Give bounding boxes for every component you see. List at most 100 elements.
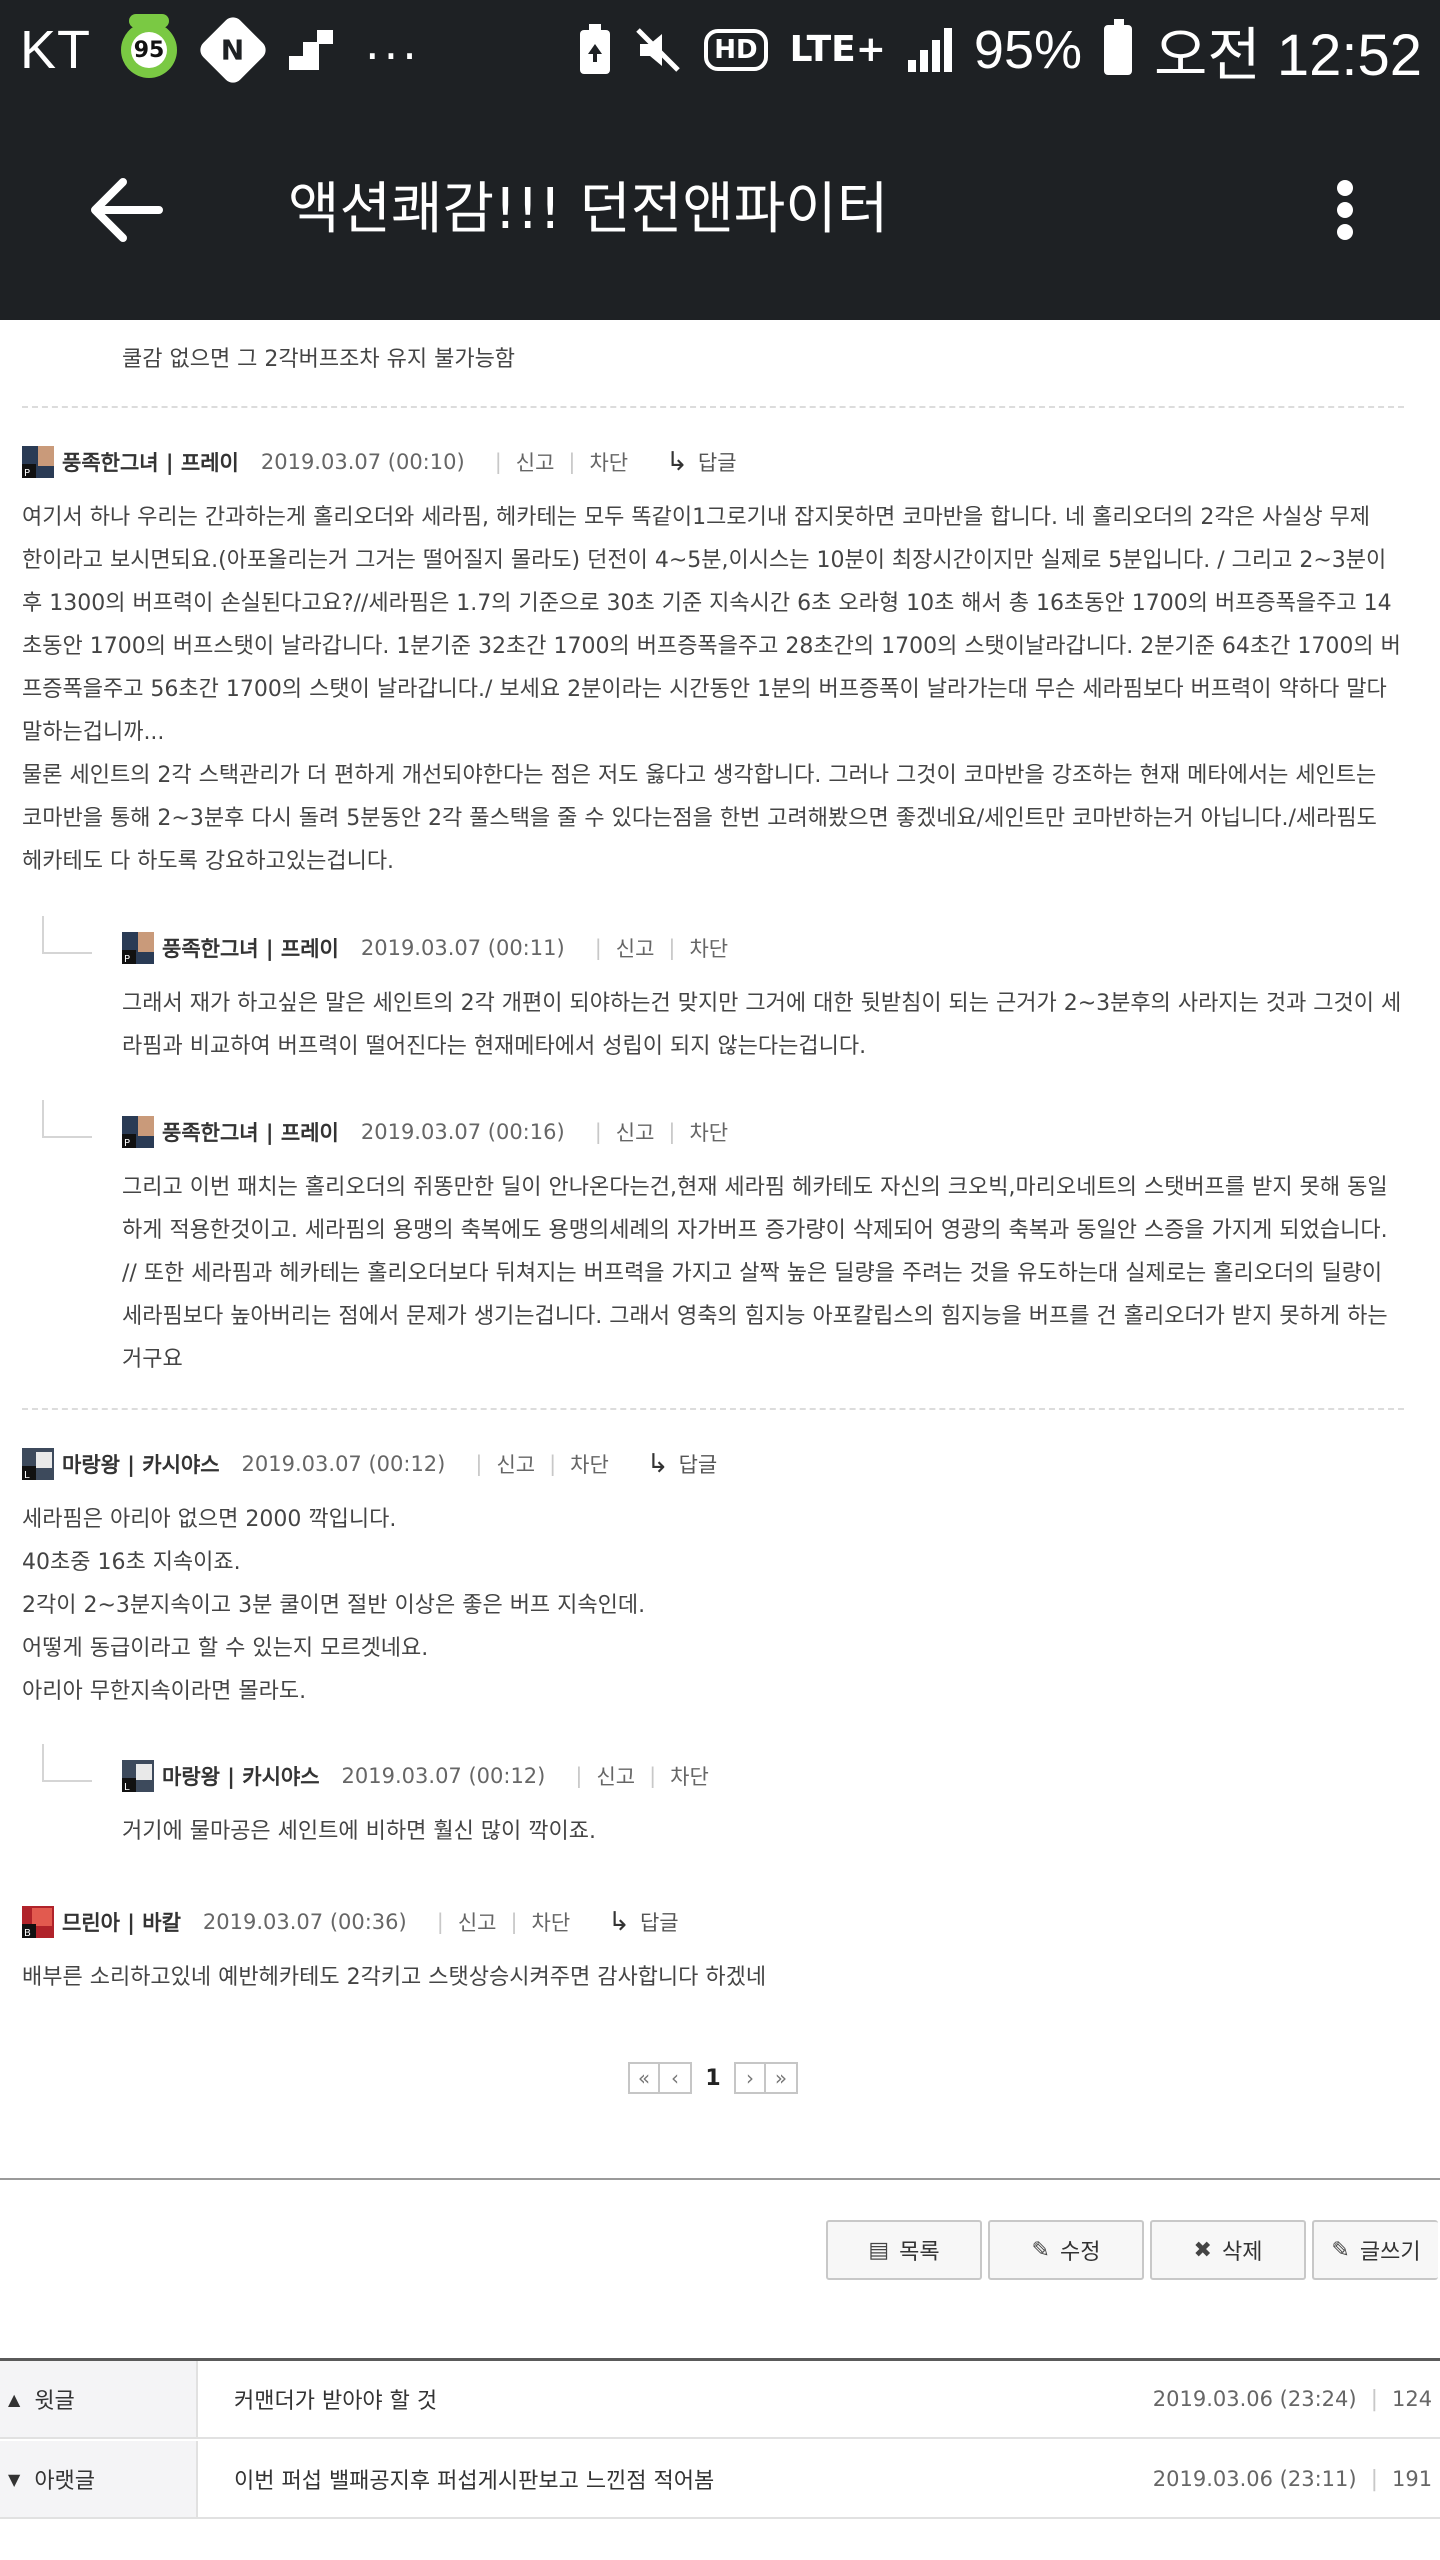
comment-date: 2019.03.07 (00:36) — [202, 1910, 407, 1934]
prev-post-row[interactable]: ▲ 윗글 커맨더가 받아야 할 것 2019.03.06 (23:24) | 1… — [0, 2361, 1440, 2439]
last-page-button[interactable]: » — [766, 2062, 798, 2094]
report-link[interactable]: 신고 — [616, 1117, 655, 1147]
reply-connector — [42, 916, 92, 954]
reply-label: 답글 — [678, 1453, 718, 1477]
comment-meta: L 마랑왕 | 카시야스 2019.03.07 (00:12) | 신고 | 차… — [22, 1444, 717, 1484]
block-link[interactable]: 차단 — [532, 1907, 571, 1937]
block-link[interactable]: 차단 — [589, 447, 628, 477]
svg-text:P: P — [124, 954, 130, 964]
comment-text-line: 쿨감 없으면 그 2각버프조차 유지 불가능함 — [122, 347, 516, 372]
close-icon: ✖ — [1193, 2237, 1212, 2263]
list-button[interactable]: ▤ 목록 — [826, 2220, 982, 2280]
comment-body: 배부른 소리하고있네 예반헤카테도 2각키고 스탯상승시켜주면 감사합니다 하겠… — [22, 1956, 766, 1999]
block-link[interactable]: 차단 — [689, 933, 728, 963]
report-link[interactable]: 신고 — [616, 933, 655, 963]
prev-page-button[interactable]: ‹ — [660, 2062, 692, 2094]
avatar: P — [122, 1116, 154, 1149]
report-link[interactable]: 신고 — [596, 1761, 635, 1791]
next-post-label-cell: ▼ 아랫글 — [0, 2441, 198, 2517]
next-post-title[interactable]: 이번 퍼섭 밸패공지후 퍼섭게시판보고 느낀점 적어봄 — [198, 2463, 1153, 2495]
report-link[interactable]: 신고 — [496, 1449, 535, 1479]
battery-percent: 95% — [973, 20, 1083, 80]
comment-text-line: 말하는겁니까... — [22, 720, 165, 745]
next-post-row[interactable]: ▼ 아랫글 이번 퍼섭 밸패공지후 퍼섭게시판보고 느낀점 적어봄 2019.0… — [0, 2441, 1440, 2519]
reply-label: 답글 — [639, 1911, 679, 1935]
comment-text-line: 여기서 하나 우리는 간과하는게 홀리오더와 세라핌, 헤카테는 모두 똑같이1… — [22, 505, 1371, 530]
delete-button-label: 삭제 — [1221, 2240, 1263, 2265]
app-bar: 액션쾌감!!! 던전앤파이터 — [0, 100, 1440, 320]
pencil-icon: ✎ — [1331, 2237, 1350, 2263]
reply-connector — [42, 1100, 92, 1138]
comment-text-line: 배부른 소리하고있네 예반헤카테도 2각키고 스탯상승시켜주면 감사합니다 하겠… — [22, 1965, 767, 1990]
next-post-views: 191 — [1392, 2467, 1433, 2491]
lte-icon: LTE+ — [789, 29, 886, 70]
list-icon: ▤ — [868, 2237, 890, 2263]
prev-post-label: 윗글 — [34, 2389, 75, 2414]
avatar: L — [122, 1760, 154, 1793]
reply-arrow-icon: ↳ — [666, 447, 688, 477]
svg-text:B: B — [24, 1928, 31, 1938]
mute-icon — [636, 28, 681, 72]
current-page[interactable]: 1 — [692, 2066, 734, 2091]
comment-text-line: 초동안 1700의 버프스탯이 날라갑니다. 1분기준 32초간 1700의 버… — [22, 634, 1401, 659]
caret-down-icon: ▼ — [8, 2469, 21, 2489]
divider-bar: | — [594, 1120, 602, 1144]
comment-text-line: 그리고 이번 패치는 홀리오더의 쥐똥만한 딜이 안나온다는건,현재 세라핌 헤… — [122, 1175, 1388, 1200]
prev-post-label-cell: ▲ 윗글 — [0, 2361, 198, 2437]
next-page-button[interactable]: › — [734, 2062, 766, 2094]
edit-button[interactable]: ✎ 수정 — [988, 2220, 1144, 2280]
divider-bar: | — [649, 1764, 657, 1788]
overflow-menu-icon[interactable] — [1310, 170, 1380, 250]
block-link[interactable]: 차단 — [570, 1449, 609, 1479]
comment-text-line: 어떻게 동급이라고 할 수 있는지 모르겟네요. — [22, 1636, 429, 1661]
write-button[interactable]: ✎ 글쓰기 — [1312, 2220, 1438, 2280]
comment-date: 2019.03.07 (00:16) — [360, 1120, 565, 1144]
back-arrow-icon[interactable] — [70, 170, 180, 250]
comment-text-line: 프증폭을주고 56초간 1700의 스탯이 날라갑니다./ 보세요 2분이라는 … — [22, 677, 1387, 702]
block-link[interactable]: 차단 — [670, 1761, 709, 1791]
block-link[interactable]: 차단 — [689, 1117, 728, 1147]
comment-text-line: 한이라고 보시면되요.(아포올리는거 그거는 떨어질지 몰라도) 던전이 4~5… — [22, 548, 1387, 573]
hd-voice-icon: HD — [704, 29, 768, 71]
comment-author[interactable]: 마랑왕 | 카시야스 — [162, 1761, 320, 1791]
divider-bar: | — [575, 1764, 583, 1788]
svg-text:L: L — [24, 1470, 30, 1480]
comment-text-line: 세라핌은 아리아 없으면 2000 깍입니다. — [22, 1507, 397, 1532]
comment-meta: L 마랑왕 | 카시야스 2019.03.07 (00:12) | 신고 | 차… — [122, 1756, 709, 1796]
reply-button[interactable]: ↳ 답글 — [647, 1449, 717, 1479]
signal-icon — [907, 28, 952, 72]
clock: 오전 12:52 — [1154, 23, 1422, 88]
n-app-icon: N — [196, 13, 270, 87]
comment-text-line: 라핌과 비교하여 버프력이 떨어진다는 현재메타에서 성립이 되지 않는다는겁니… — [122, 1034, 867, 1059]
delete-button[interactable]: ✖ 삭제 — [1150, 2220, 1306, 2280]
comment-author[interactable]: 풍족한그녀 | 프레이 — [62, 447, 239, 477]
first-page-button[interactable]: « — [628, 2062, 660, 2094]
comment-body: 세라핌은 아리아 없으면 2000 깍입니다. 40초중 16초 지속이죠. 2… — [22, 1498, 645, 1713]
reply-arrow-icon: ↳ — [608, 1907, 630, 1937]
pagination: « ‹ 1 › » — [628, 2062, 798, 2094]
divider-bar: | — [668, 1120, 676, 1144]
comment-author[interactable]: 풍족한그녀 | 프레이 — [162, 933, 339, 963]
comment-date: 2019.03.07 (00:10) — [260, 450, 465, 474]
reply-button[interactable]: ↳ 답글 — [666, 447, 736, 477]
prev-post-title[interactable]: 커맨더가 받아야 할 것 — [198, 2383, 1153, 2415]
comment-body: 거기에 물마공은 세인트에 비하면 훨신 많이 깍이죠. — [122, 1810, 596, 1853]
reply-button[interactable]: ↳ 답글 — [608, 1907, 678, 1937]
comment-author[interactable]: 풍족한그녀 | 프레이 — [162, 1117, 339, 1147]
next-post-date: 2019.03.06 (23:11) — [1152, 2467, 1357, 2491]
report-link[interactable]: 신고 — [516, 447, 555, 477]
status-bar: KT 95 N ... HD LTE+ 95% 오전 12:52 — [0, 0, 1440, 100]
divider-bar: | — [510, 1910, 518, 1934]
comment-meta: P 풍족한그녀 | 프레이 2019.03.07 (00:16) | 신고 | … — [122, 1112, 728, 1152]
next-post-label: 아랫글 — [34, 2469, 96, 2494]
divider-bar: | — [475, 1452, 483, 1476]
prev-post-date: 2019.03.06 (23:24) — [1152, 2387, 1357, 2411]
report-link[interactable]: 신고 — [458, 1907, 497, 1937]
divider-bar: | — [494, 450, 502, 474]
comment-author[interactable]: 마랑왕 | 카시야스 — [62, 1449, 220, 1479]
divider-bar: | — [1370, 2466, 1378, 2492]
comment-author[interactable]: 므린아 | 바칼 — [62, 1907, 181, 1937]
carrier-label: KT — [20, 20, 92, 80]
comment-meta: B 므린아 | 바칼 2019.03.07 (00:36) | 신고 | 차단 … — [22, 1902, 679, 1942]
reply-label: 답글 — [697, 451, 737, 475]
